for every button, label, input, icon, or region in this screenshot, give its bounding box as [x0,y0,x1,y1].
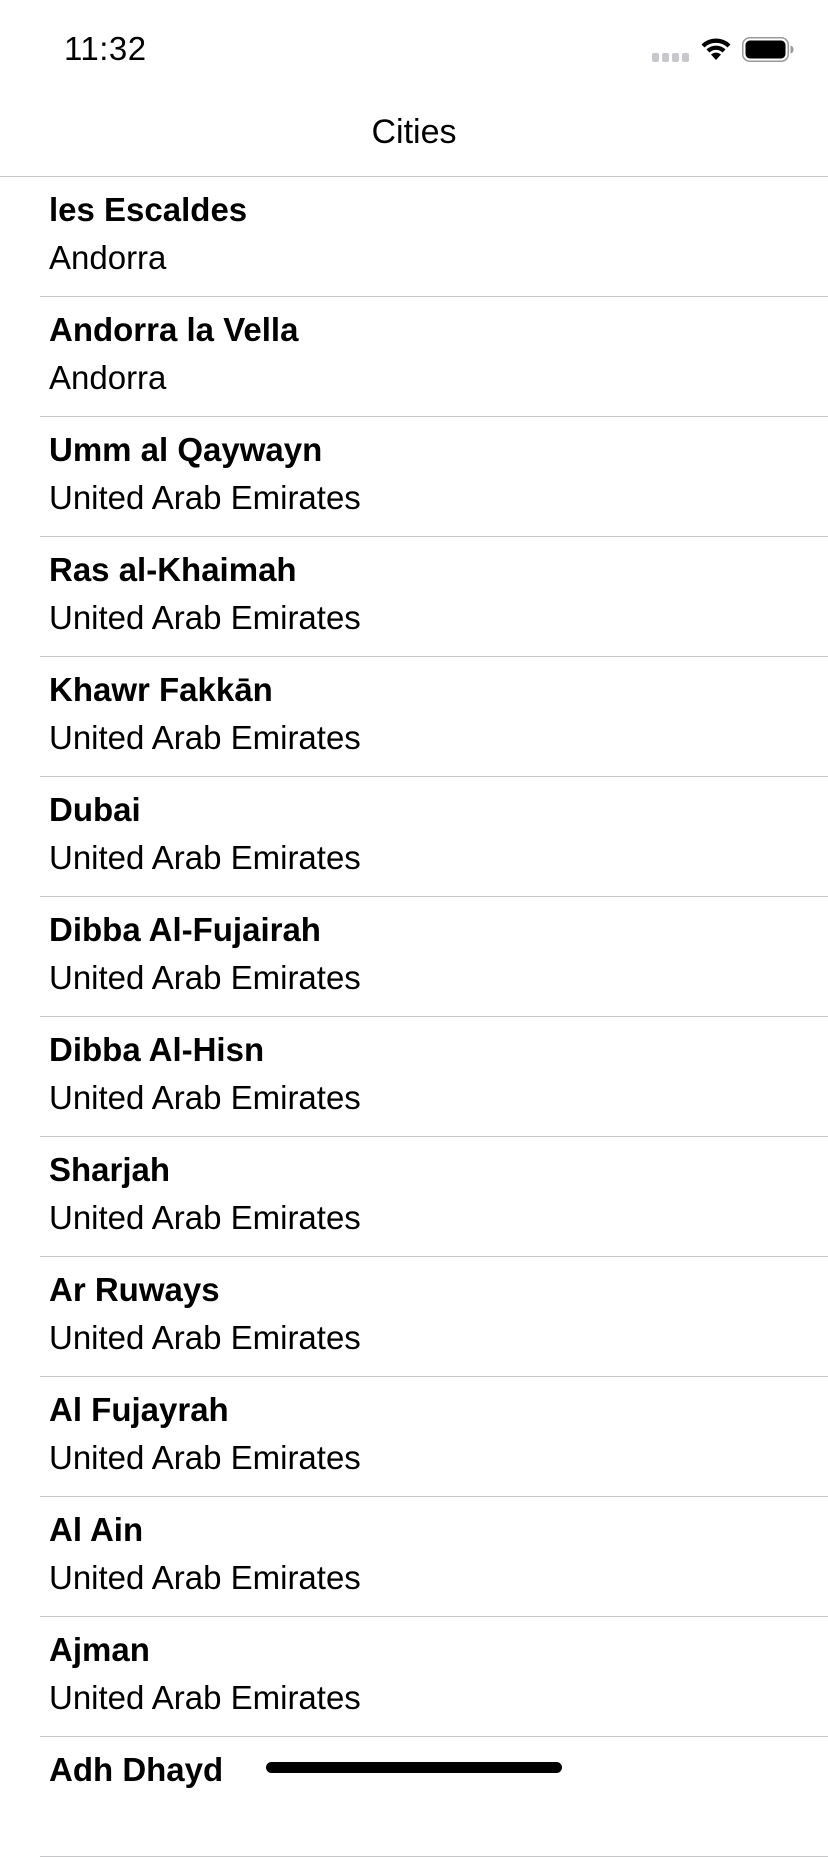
city-name: les Escaldes [49,191,248,228]
navigation-bar: Cities [0,96,828,177]
country-name: United Arab Emirates [49,1199,361,1236]
list-item[interactable]: Sharjah United Arab Emirates [40,1137,828,1257]
list-item[interactable]: Dubai United Arab Emirates [40,777,828,897]
country-name: United Arab Emirates [49,599,361,636]
list-item[interactable]: Andorra la Vella Andorra [40,297,828,417]
country-name: Andorra [49,359,167,396]
city-name: Adh Dhayd [49,1751,224,1788]
list-item[interactable]: les Escaldes Andorra [40,177,828,297]
country-name: United Arab Emirates [49,1319,361,1356]
city-name: Ajman [49,1631,150,1668]
city-name: Dibba Al-Fujairah [49,911,321,948]
battery-icon [742,37,794,62]
country-name: Andorra [49,239,167,276]
cities-list: les Escaldes Andorra Andorra la Vella An… [0,177,828,1857]
city-name: Umm al Qaywayn [49,431,323,468]
list-item[interactable]: Ras al-Khaimah United Arab Emirates [40,537,828,657]
list-item[interactable]: Khawr Fakkān United Arab Emirates [40,657,828,777]
city-name: Andorra la Vella [49,311,299,348]
country-name: United Arab Emirates [49,479,361,516]
city-name: Khawr Fakkān [49,671,273,708]
list-item[interactable]: Ar Ruways United Arab Emirates [40,1257,828,1377]
wifi-icon [701,38,731,60]
city-name: Dubai [49,791,141,828]
list-item[interactable]: Ajman United Arab Emirates [40,1617,828,1737]
list-item[interactable]: Umm al Qaywayn United Arab Emirates [40,417,828,537]
list-item[interactable]: Dibba Al-Fujairah United Arab Emirates [40,897,828,1017]
nav-title: Cities [371,113,457,151]
country-name: United Arab Emirates [49,1439,361,1476]
city-name: Sharjah [49,1151,171,1188]
country-name: United Arab Emirates [49,959,361,996]
city-name: Ras al-Khaimah [49,551,297,588]
city-name: Al Ain [49,1511,144,1548]
country-name: United Arab Emirates [49,1679,361,1716]
country-name: United Arab Emirates [49,1559,361,1596]
list-item[interactable]: Dibba Al-Hisn United Arab Emirates [40,1017,828,1137]
city-name: Al Fujayrah [49,1391,229,1428]
status-bar: 11:32 [0,0,828,96]
list-item[interactable]: Al Fujayrah United Arab Emirates [40,1377,828,1497]
country-name: United Arab Emirates [49,839,361,876]
list-item[interactable]: Al Ain United Arab Emirates [40,1497,828,1617]
city-name: Dibba Al-Hisn [49,1031,265,1068]
signal-icon [652,53,689,62]
country-name: United Arab Emirates [49,1079,361,1116]
status-time: 11:32 [64,30,147,67]
list-item[interactable]: Adh Dhayd [40,1737,828,1857]
city-name: Ar Ruways [49,1271,220,1308]
home-indicator[interactable] [266,1762,562,1773]
country-name: United Arab Emirates [49,719,361,756]
